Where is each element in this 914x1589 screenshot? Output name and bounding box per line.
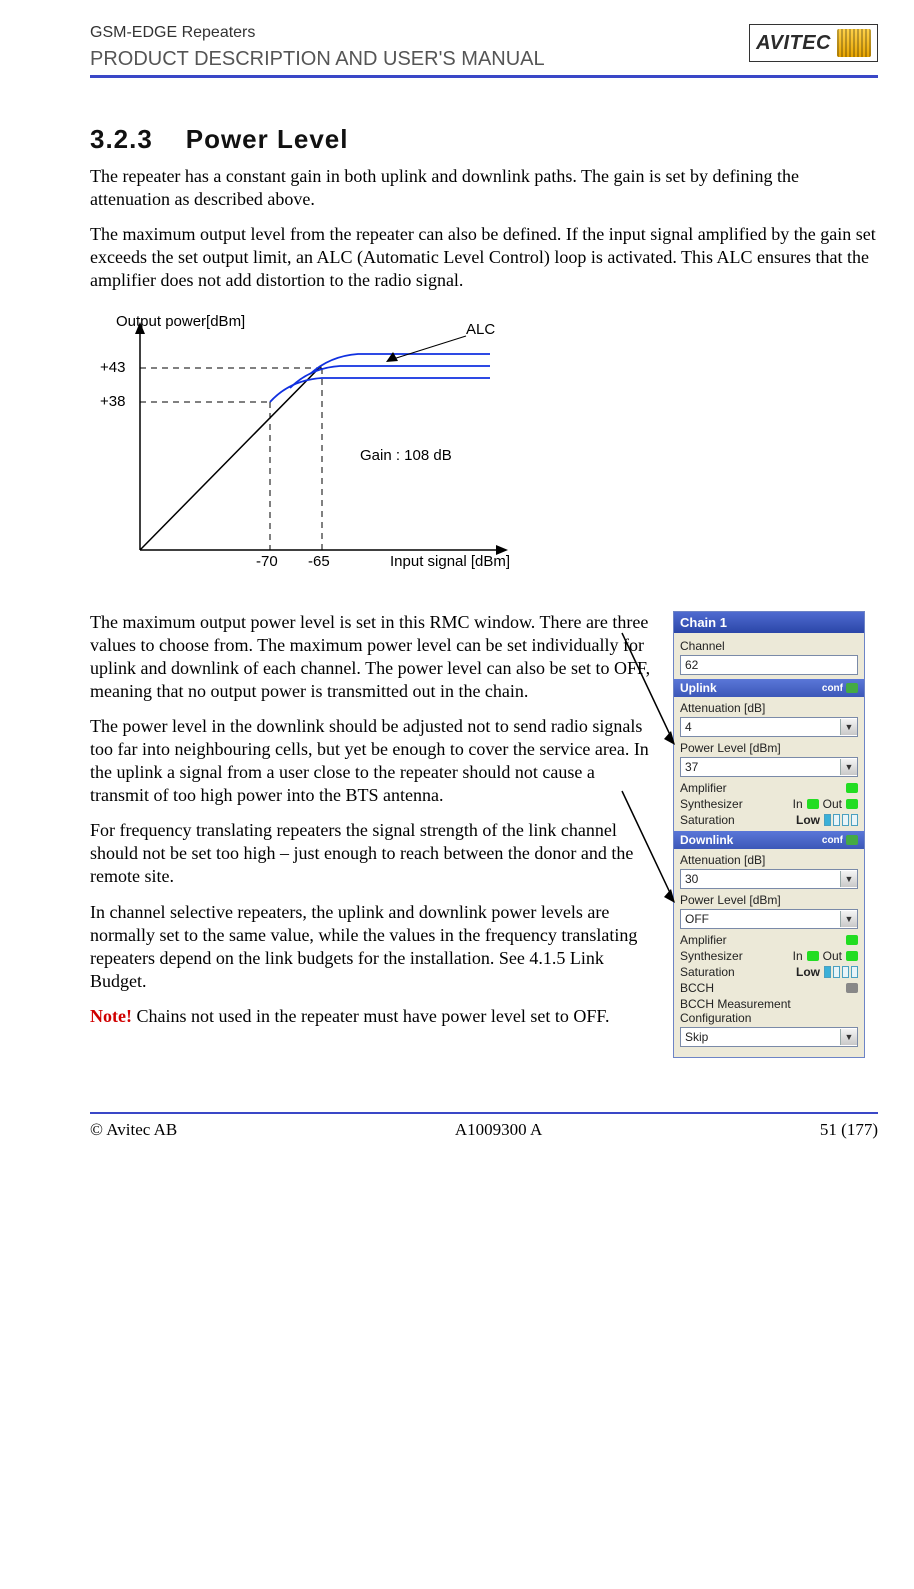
conf-label: conf: [822, 683, 843, 694]
channel-label: Channel: [680, 639, 858, 653]
chevron-down-icon: ▼: [840, 1029, 857, 1045]
x-tick: -65: [308, 553, 330, 570]
uplink-sat-label: Saturation: [680, 813, 735, 827]
uplink-atten-value: 4: [681, 718, 840, 736]
alc-diagram: Output power[dBm] Input signal [dBm] +43…: [90, 310, 878, 575]
out-label: Out: [823, 797, 842, 811]
paragraph: The maximum output level from the repeat…: [90, 223, 878, 292]
note-text: Chains not used in the repeater must hav…: [132, 1006, 609, 1026]
status-led-icon: [846, 799, 858, 809]
conf-label: conf: [822, 835, 843, 846]
section-title: Power Level: [186, 124, 349, 154]
paragraph: In channel selective repeaters, the upli…: [90, 901, 653, 993]
chain-panel: Chain 1 Channel 62 Uplink conf Attenuati…: [673, 611, 865, 1058]
status-led-icon: [846, 935, 858, 945]
section-number: 3.2.3: [90, 124, 153, 154]
downlink-atten-select[interactable]: 30 ▼: [680, 869, 858, 889]
x-tick: -70: [256, 553, 278, 570]
channel-input[interactable]: 62: [680, 655, 858, 675]
paragraph: The maximum output power level is set in…: [90, 611, 653, 703]
note-label: Note!: [90, 1006, 132, 1026]
x-axis-label: Input signal [dBm]: [390, 553, 510, 570]
downlink-power-value: OFF: [681, 910, 840, 928]
paragraph: The power level in the downlink should b…: [90, 715, 653, 807]
downlink-power-label: Power Level [dBm]: [680, 893, 858, 907]
status-led-icon: [846, 783, 858, 793]
header-rule: [90, 75, 878, 78]
section-heading: 3.2.3 Power Level: [90, 124, 878, 155]
uplink-power-value: 37: [681, 758, 840, 776]
saturation-bars-icon: [824, 814, 858, 826]
chevron-down-icon: ▼: [840, 719, 857, 735]
doc-category: GSM-EDGE Repeaters: [90, 24, 545, 42]
brand-sun-icon: [837, 29, 871, 57]
uplink-power-label: Power Level [dBm]: [680, 741, 858, 755]
out-label: Out: [823, 949, 842, 963]
y-tick: +43: [100, 359, 125, 376]
alc-label: ALC: [466, 321, 495, 338]
gain-label: Gain : 108 dB: [360, 447, 452, 464]
uplink-synth-label: Synthesizer: [680, 797, 743, 811]
in-label: In: [793, 949, 803, 963]
downlink-atten-value: 30: [681, 870, 840, 888]
status-led-icon: [846, 983, 858, 993]
footer-docnum: A1009300 A: [455, 1120, 542, 1140]
channel-value: 62: [681, 656, 857, 674]
in-label: In: [793, 797, 803, 811]
note-paragraph: Note! Chains not used in the repeater mu…: [90, 1005, 653, 1028]
conf-led-icon: [846, 835, 858, 845]
conf-led-icon: [846, 683, 858, 693]
panel-title: Chain 1: [674, 612, 864, 633]
uplink-atten-label: Attenuation [dB]: [680, 701, 858, 715]
uplink-amplifier-label: Amplifier: [680, 781, 727, 795]
paragraph: For frequency translating repeaters the …: [90, 819, 653, 888]
doc-title: PRODUCT DESCRIPTION AND USER'S MANUAL: [90, 48, 545, 71]
brand-logo: AVITEC: [749, 24, 878, 62]
footer-rule: [90, 1112, 878, 1114]
saturation-bars-icon: [824, 966, 858, 978]
uplink-atten-select[interactable]: 4 ▼: [680, 717, 858, 737]
chevron-down-icon: ▼: [840, 911, 857, 927]
downlink-amplifier-label: Amplifier: [680, 933, 727, 947]
pointer-arrows: [617, 621, 677, 1021]
brand-text: AVITEC: [756, 32, 831, 55]
paragraph: The repeater has a constant gain in both…: [90, 165, 878, 211]
bcch-meas-value: Skip: [681, 1028, 840, 1046]
bcch-meas-label: BCCH Measurement Configuration: [680, 997, 858, 1025]
uplink-section-title: Uplink: [680, 681, 717, 695]
y-tick: +38: [100, 393, 125, 410]
uplink-sat-value: Low: [796, 813, 820, 827]
chevron-down-icon: ▼: [840, 759, 857, 775]
downlink-section-title: Downlink: [680, 833, 733, 847]
uplink-power-select[interactable]: 37 ▼: [680, 757, 858, 777]
bcch-label: BCCH: [680, 981, 714, 995]
footer-page: 51 (177): [820, 1120, 878, 1140]
downlink-synth-label: Synthesizer: [680, 949, 743, 963]
downlink-sat-label: Saturation: [680, 965, 735, 979]
downlink-sat-value: Low: [796, 965, 820, 979]
downlink-atten-label: Attenuation [dB]: [680, 853, 858, 867]
chevron-down-icon: ▼: [840, 871, 857, 887]
status-led-icon: [807, 799, 819, 809]
status-led-icon: [846, 951, 858, 961]
downlink-power-select[interactable]: OFF ▼: [680, 909, 858, 929]
bcch-meas-select[interactable]: Skip ▼: [680, 1027, 858, 1047]
status-led-icon: [807, 951, 819, 961]
y-axis-label: Output power[dBm]: [116, 313, 245, 330]
footer-copyright: © Avitec AB: [90, 1120, 177, 1140]
